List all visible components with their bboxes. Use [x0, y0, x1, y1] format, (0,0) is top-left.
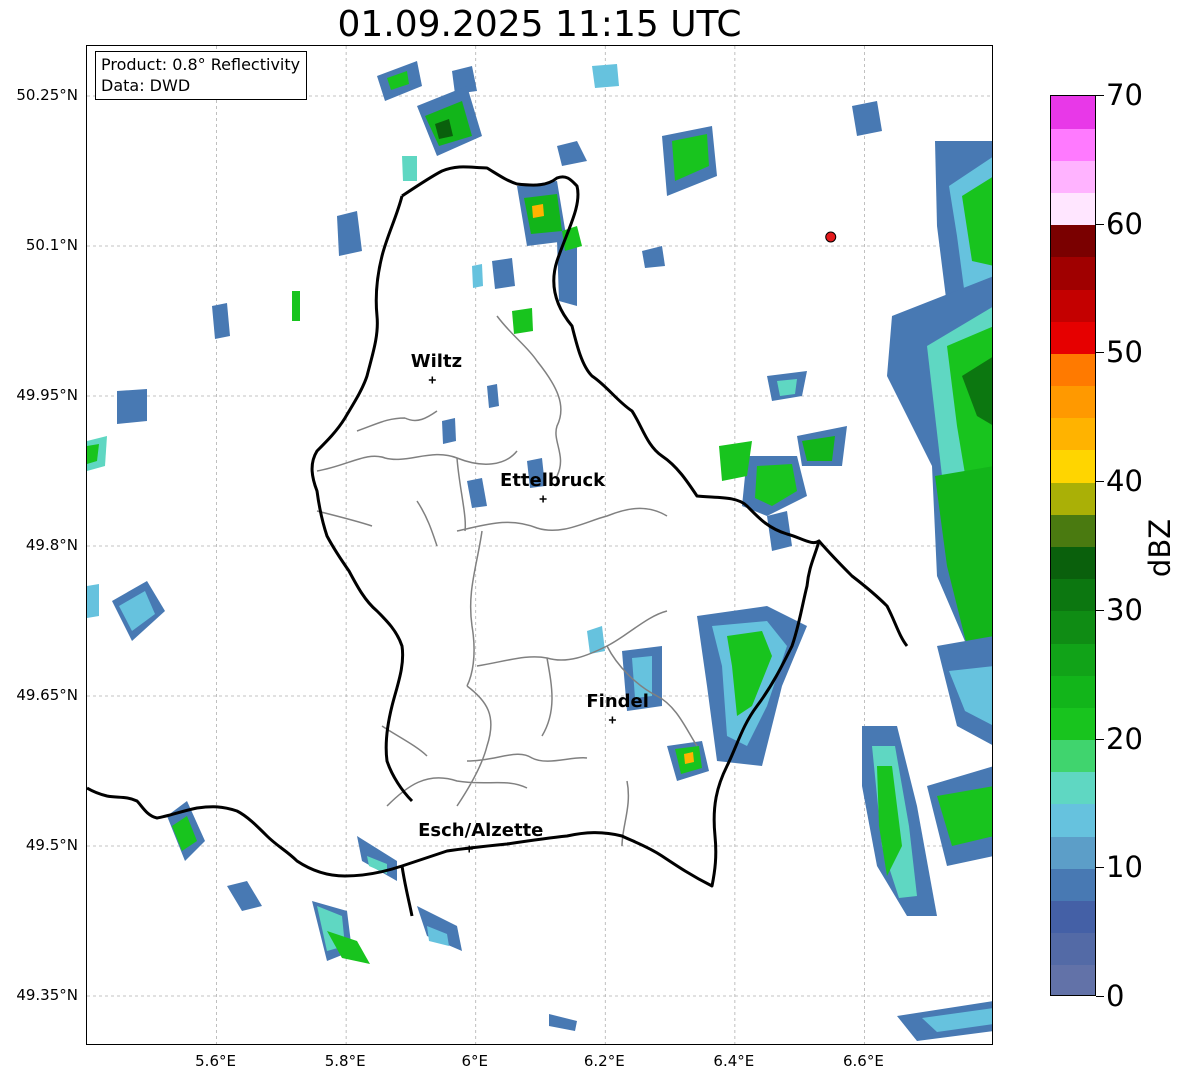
city-marker	[608, 716, 616, 724]
colorbar-segment	[1051, 836, 1095, 869]
colorbar-tick-label: 0	[1106, 979, 1125, 1013]
lon-tick-label: 6.2°E	[583, 1052, 625, 1070]
colorbar-tick	[1096, 223, 1104, 225]
colorbar-tick-label: 50	[1106, 335, 1143, 370]
colorbar-segment	[1051, 289, 1095, 322]
map-title: 01.09.2025 11:15 UTC	[337, 4, 742, 45]
colorbar-unit-label: dBZ	[1143, 518, 1177, 578]
lon-tick-label: 6.6°E	[843, 1052, 884, 1070]
echo-cell	[642, 101, 882, 268]
city-marker	[539, 495, 547, 503]
data-source-label: Data: DWD	[101, 76, 191, 95]
colorbar-segment	[1051, 224, 1095, 258]
echo-cell	[887, 141, 992, 646]
echo-cell	[862, 726, 992, 916]
colorbar	[1050, 95, 1096, 996]
colorbar-segment	[1051, 192, 1095, 226]
lat-tick-label: 49.95°N	[16, 386, 78, 404]
radar-station-marker	[825, 231, 837, 243]
colorbar-segment	[1051, 964, 1095, 995]
lon-tick-label: 5.8°E	[324, 1052, 366, 1070]
colorbar-tick	[1096, 95, 1104, 96]
city-label: Esch/Alzette	[418, 820, 544, 841]
colorbar-segment	[1051, 449, 1095, 483]
colorbar-segment	[1051, 321, 1095, 354]
colorbar-tick-label: 10	[1106, 850, 1143, 885]
colorbar-segment	[1051, 256, 1095, 290]
lon-tick-label: 5.6°E	[195, 1052, 236, 1070]
lat-tick-label: 50.1°N	[25, 236, 78, 254]
lat-tick-label: 49.35°N	[16, 986, 78, 1004]
product-info-box: Product: 0.8° Reflectivity Data: DWD	[95, 51, 308, 100]
colorbar-segment	[1051, 353, 1095, 387]
colorbar-segment	[1051, 868, 1095, 901]
echo-cell	[937, 636, 992, 745]
colorbar-tick	[1096, 996, 1104, 997]
lat-tick-label: 50.25°N	[16, 86, 78, 104]
colorbar-segment	[1051, 514, 1095, 547]
colorbar-tick	[1096, 738, 1104, 740]
colorbar-segment	[1051, 128, 1095, 161]
radar-map-canvas	[87, 46, 992, 1044]
colorbar-segment	[1051, 707, 1095, 741]
colorbar-segment	[1051, 482, 1095, 515]
colorbar-tick	[1096, 481, 1104, 483]
colorbar-segment	[1051, 546, 1095, 580]
colorbar-segment	[1051, 675, 1095, 708]
lon-tick-label: 6°E	[461, 1052, 488, 1070]
city-label: Wiltz	[410, 351, 463, 372]
colorbar-segment	[1051, 610, 1095, 644]
colorbar-segment	[1051, 160, 1095, 194]
echo-cell	[452, 64, 619, 334]
radar-echoes	[87, 61, 992, 1041]
colorbar-tick-label: 60	[1106, 206, 1143, 241]
colorbar-tick	[1096, 352, 1104, 354]
city-label: Ettelbruck	[500, 470, 606, 491]
colorbar-tick-label: 70	[1106, 78, 1143, 112]
colorbar-segment	[1051, 385, 1095, 419]
colorbar-segment	[1051, 578, 1095, 612]
colorbar-tick	[1096, 867, 1104, 869]
echo-cell	[87, 389, 165, 641]
colorbar-segment	[1051, 739, 1095, 773]
city-label: Findel	[586, 691, 649, 712]
echo-cell	[697, 606, 807, 766]
radar-map[interactable]	[86, 45, 993, 1045]
lat-tick-label: 49.65°N	[16, 686, 78, 704]
colorbar-tick	[1096, 609, 1104, 611]
colorbar-tick-label: 40	[1106, 464, 1143, 499]
product-label: Product: 0.8° Reflectivity	[101, 55, 301, 74]
colorbar-segment	[1051, 96, 1095, 129]
colorbar-segment	[1051, 643, 1095, 676]
colorbar-segment	[1051, 900, 1095, 934]
city-marker	[428, 376, 436, 384]
colorbar-segment	[1051, 417, 1095, 451]
colorbar-segment	[1051, 803, 1095, 837]
echo-cell	[719, 371, 847, 551]
district-boundaries	[316, 315, 698, 847]
lat-tick-label: 49.5°N	[25, 836, 78, 854]
echo-cell	[667, 741, 709, 781]
colorbar-tick-label: 30	[1106, 592, 1143, 627]
colorbar-segment	[1051, 771, 1095, 805]
echo-cell	[897, 1001, 992, 1041]
colorbar-tick-label: 20	[1106, 721, 1143, 756]
lat-tick-label: 49.8°N	[25, 536, 78, 554]
colorbar-segment	[1051, 932, 1095, 966]
lon-tick-label: 6.4°E	[713, 1052, 755, 1070]
